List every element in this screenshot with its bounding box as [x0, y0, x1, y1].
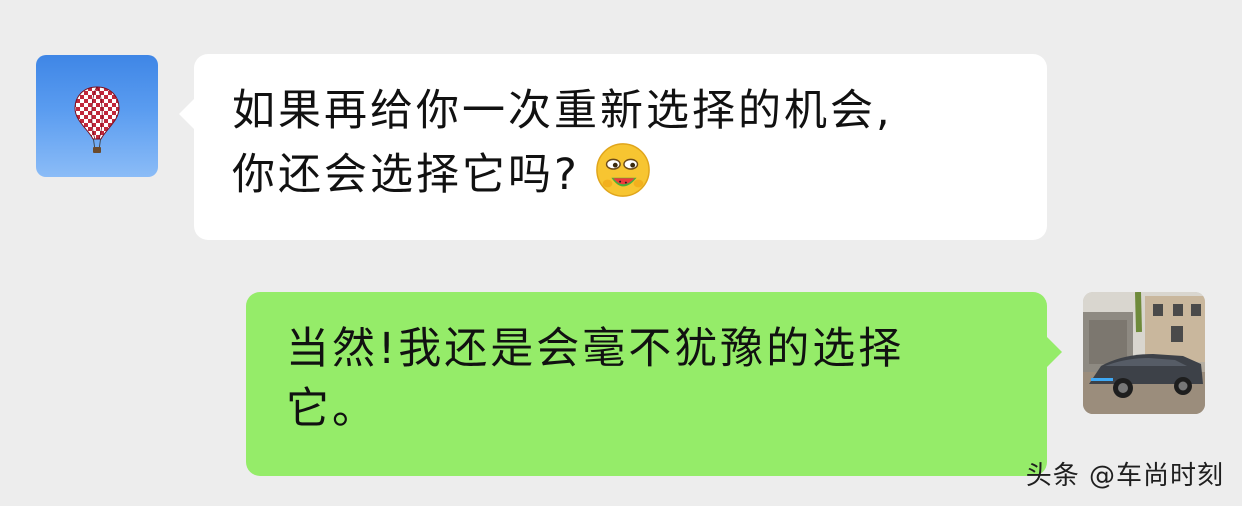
- car-photo-icon: [1083, 292, 1205, 414]
- chat-screen: 如果再给你一次重新选择的机会, 你还会选择它吗? 当然!我还是会毫不犹豫的选择 …: [0, 0, 1242, 506]
- outgoing-message-bubble[interactable]: 当然!我还是会毫不犹豫的选择 它。: [246, 292, 1062, 476]
- eating-watermelon-emoji-icon: [596, 143, 650, 197]
- message-line: 如果再给你一次重新选择的机会,: [232, 86, 893, 136]
- incoming-message-bubble[interactable]: 如果再给你一次重新选择的机会, 你还会选择它吗?: [179, 54, 1047, 240]
- user-avatar[interactable]: [1083, 292, 1205, 414]
- message-line: 它。: [286, 384, 378, 434]
- message-line: 当然!我还是会毫不犹豫的选择: [286, 324, 905, 374]
- hot-air-balloon-icon: [74, 86, 120, 153]
- message-line: 你还会选择它吗?: [232, 141, 1009, 205]
- contact-avatar[interactable]: [36, 55, 158, 177]
- watermark: 头条 @车尚时刻: [1025, 461, 1224, 491]
